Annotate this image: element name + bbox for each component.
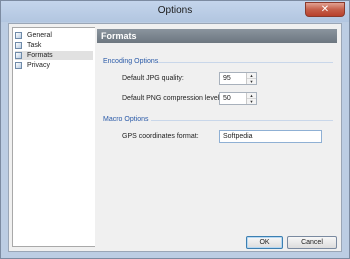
nav-item-privacy[interactable]: Privacy [15,61,93,70]
spinner-arrows: ▲ ▼ [246,73,256,84]
nav-item-label: General [27,32,52,39]
close-button[interactable]: ✕ [305,2,345,17]
png-compression-value: 50 [223,95,231,102]
png-compression-label: Default PNG compression level: [122,95,222,102]
nav-item-label: Privacy [27,62,50,69]
nav-item-label: Task [27,42,42,49]
jpg-quality-value: 95 [223,75,231,82]
page-icon [15,42,22,49]
title-bar[interactable]: Options ✕ [1,1,349,22]
panel-header: Formats [97,29,337,43]
formats-panel: Formats Encoding Options Default JPG qua… [95,27,339,249]
ok-button[interactable]: OK [246,236,283,249]
jpg-quality-spinner[interactable]: 95 ▲ ▼ [219,72,257,85]
gps-format-label: GPS coordinates format: [122,133,199,140]
cancel-button[interactable]: Cancel [287,236,337,249]
nav-item-formats[interactable]: Formats [15,51,93,60]
png-compression-spinner[interactable]: 50 ▲ ▼ [219,92,257,105]
page-icon [15,32,22,39]
dialog-client-area: General Task Formats Privacy Formats Enc… [8,23,342,252]
category-list[interactable]: General Task Formats Privacy [12,27,97,247]
nav-item-label: Formats [27,52,53,59]
arrow-down-icon[interactable]: ▼ [247,79,256,84]
arrow-down-icon[interactable]: ▼ [247,99,256,104]
options-window: Options ✕ General Task Formats Privacy F… [0,0,350,259]
page-icon [15,52,22,59]
gps-format-input[interactable]: Softpedia [219,130,322,143]
group-divider [151,120,333,121]
group-divider [158,62,333,63]
macro-group-title: Macro Options [103,116,149,123]
nav-item-general[interactable]: General [15,31,93,40]
encoding-group-title: Encoding Options [103,58,159,65]
page-icon [15,62,22,69]
jpg-quality-label: Default JPG quality: [122,75,184,82]
window-title: Options [157,5,193,16]
spinner-arrows: ▲ ▼ [246,93,256,104]
close-icon: ✕ [320,4,330,15]
nav-item-task[interactable]: Task [15,41,93,50]
